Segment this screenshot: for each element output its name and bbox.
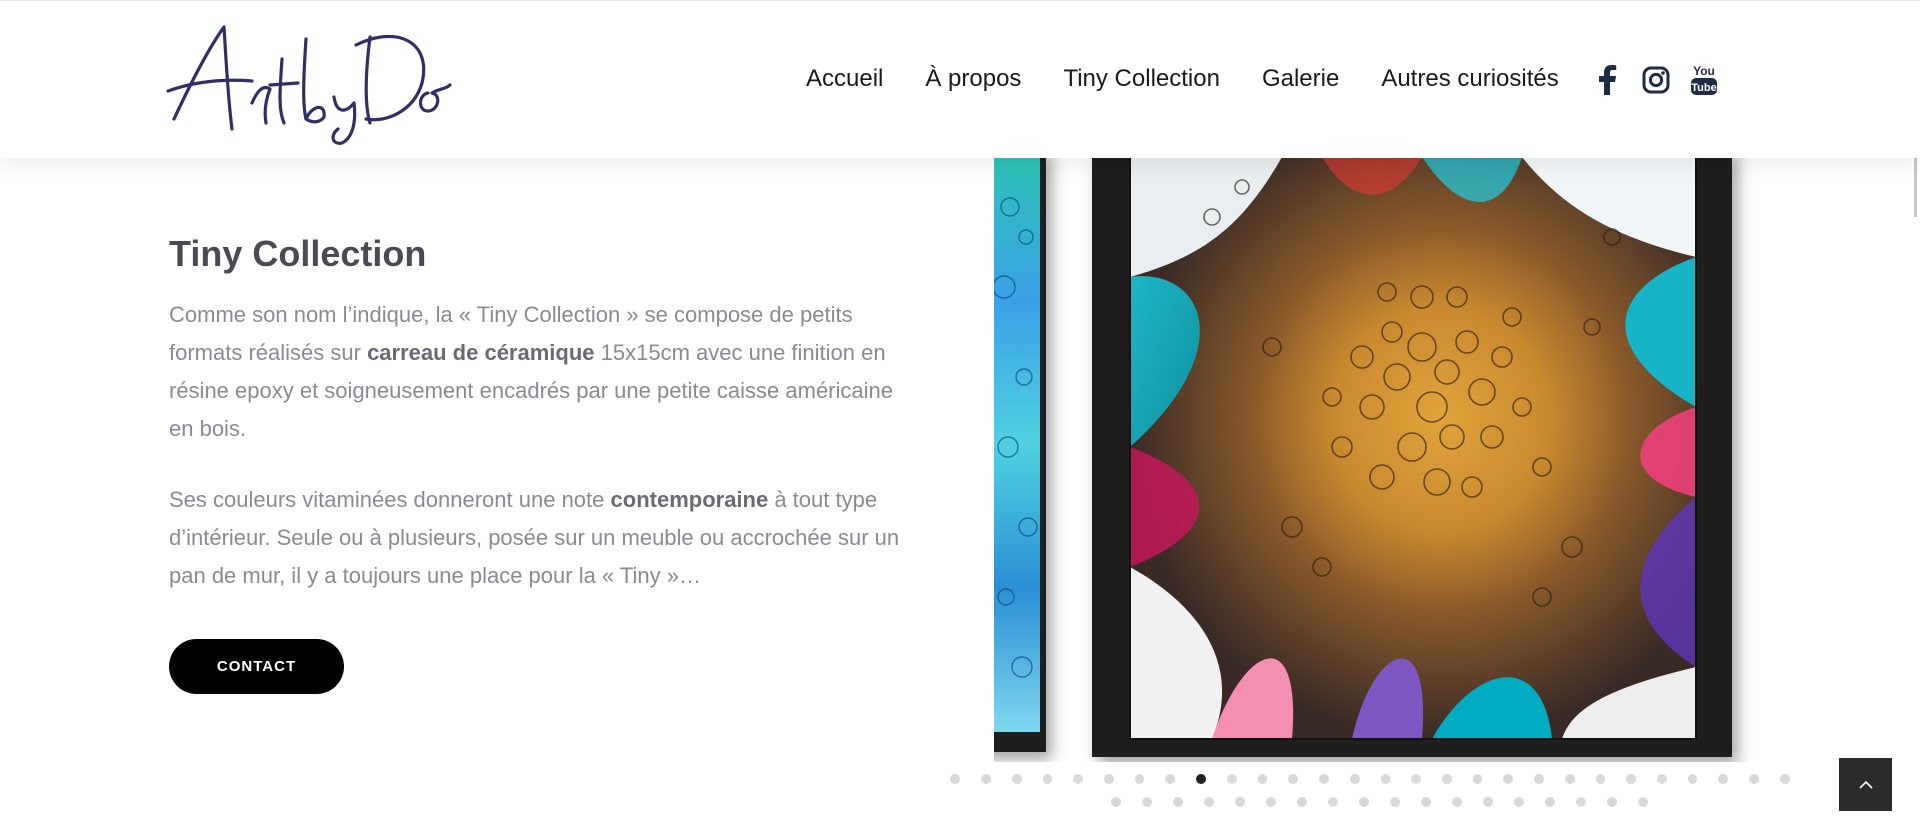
pagination-dot[interactable] [1319, 774, 1329, 784]
pagination-dot[interactable] [1718, 774, 1729, 784]
pagination-dot[interactable] [1104, 774, 1114, 784]
pagination-dot[interactable] [1288, 774, 1299, 784]
chevron-up-icon [1858, 780, 1873, 789]
pagination-dot[interactable] [1411, 774, 1421, 784]
pagination-row-1 [940, 774, 1800, 784]
instagram-icon[interactable] [1642, 66, 1670, 94]
pagination-dot[interactable] [1172, 797, 1183, 807]
back-to-top-button[interactable] [1839, 758, 1892, 811]
pagination-dot[interactable] [1472, 774, 1483, 784]
nav-item-galerie[interactable]: Galerie [1262, 65, 1339, 93]
pagination-dot[interactable] [1564, 774, 1575, 784]
pagination-dot[interactable] [1110, 797, 1121, 807]
main-nav: Accueil À propos Tiny Collection Galerie… [806, 59, 1559, 99]
pagination-dot[interactable] [1265, 797, 1276, 807]
pagination-dot[interactable] [1165, 774, 1176, 784]
facebook-icon[interactable] [1596, 65, 1618, 95]
paragraph-2: Ses couleurs vitaminées donneront une no… [169, 481, 909, 595]
pagination-dot[interactable] [1656, 774, 1667, 784]
pagination-dot[interactable] [1042, 774, 1053, 784]
youtube-icon-text-tube: Tube [1691, 82, 1716, 94]
pagination-dot[interactable] [1575, 797, 1586, 807]
pagination-dot[interactable] [1196, 774, 1206, 784]
paragraph-1: Comme son nom l’indique, la « Tiny Colle… [169, 296, 909, 448]
section-title: Tiny Collection [169, 233, 427, 274]
pagination-dot[interactable] [1389, 797, 1400, 807]
pagination-dot[interactable] [1626, 774, 1636, 784]
youtube-icon[interactable]: You Tube [1690, 63, 1718, 97]
pagination-dot[interactable] [1451, 797, 1462, 807]
pagination-dot[interactable] [1749, 774, 1759, 784]
pagination-dot[interactable] [950, 774, 961, 784]
pagination-dot[interactable] [1011, 774, 1022, 784]
nav-item-tiny-collection[interactable]: Tiny Collection [1063, 65, 1220, 93]
pagination-dot[interactable] [1513, 797, 1524, 807]
pagination-dot[interactable] [1534, 774, 1544, 784]
pagination-dot[interactable] [1327, 797, 1338, 807]
paragraph-1-bold: carreau de céramique [367, 340, 595, 365]
pagination-dot[interactable] [1544, 797, 1555, 807]
pagination-row-2 [940, 797, 1800, 807]
nav-item-autres-curiosites[interactable]: Autres curiosités [1381, 65, 1558, 93]
logo-script-icon [166, 25, 452, 145]
pagination-dot[interactable] [1503, 774, 1514, 784]
pagination-dot[interactable] [1779, 774, 1790, 784]
paragraph-2-text-a: Ses couleurs vitaminées donneront une no… [169, 487, 611, 512]
paragraph-2-bold: contemporaine [610, 487, 769, 512]
site-logo[interactable] [166, 19, 452, 145]
nav-item-accueil[interactable]: Accueil [806, 65, 883, 93]
current-artwork-frame[interactable] [1092, 157, 1732, 757]
pagination-dot[interactable] [1441, 774, 1452, 784]
nav-item-a-propos[interactable]: À propos [925, 65, 1021, 93]
pagination-dot[interactable] [981, 774, 991, 784]
pagination-dot[interactable] [1203, 797, 1214, 807]
pagination-dot[interactable] [1349, 774, 1360, 784]
pagination-dot[interactable] [1141, 797, 1152, 807]
pagination-dot[interactable] [1226, 774, 1237, 784]
pagination-dot[interactable] [1358, 797, 1369, 807]
current-artwork-image [1129, 157, 1697, 740]
pagination-dot[interactable] [1073, 774, 1084, 784]
pagination-dot[interactable] [1687, 774, 1698, 784]
pagination-dot[interactable] [1234, 797, 1245, 807]
pagination-dot[interactable] [1606, 797, 1617, 807]
pagination-dot[interactable] [1482, 797, 1493, 807]
pagination-dot[interactable] [1420, 797, 1431, 807]
pagination-dot[interactable] [1296, 797, 1307, 807]
pagination-dot[interactable] [1257, 774, 1268, 784]
pagination-dot[interactable] [1595, 774, 1606, 784]
pagination-dot[interactable] [1637, 797, 1648, 807]
previous-artwork-frame[interactable] [994, 157, 1046, 752]
previous-artwork-image [994, 157, 1040, 732]
site-header: Accueil À propos Tiny Collection Galerie… [0, 0, 1920, 158]
artwork-slider[interactable] [994, 157, 1754, 762]
pagination-dot[interactable] [1380, 774, 1391, 784]
pagination-dot[interactable] [1134, 774, 1145, 784]
contact-button[interactable]: CONTACT [169, 639, 344, 694]
social-links: You Tube [1596, 63, 1732, 97]
youtube-icon-text-you: You [1693, 64, 1715, 78]
page: Accueil À propos Tiny Collection Galerie… [0, 0, 1920, 838]
slider-pagination [940, 774, 1800, 820]
tiny-collection-section: Tiny Collection Comme son nom l’indique,… [169, 230, 909, 595]
scrollbar-thumb[interactable] [1914, 155, 1917, 217]
